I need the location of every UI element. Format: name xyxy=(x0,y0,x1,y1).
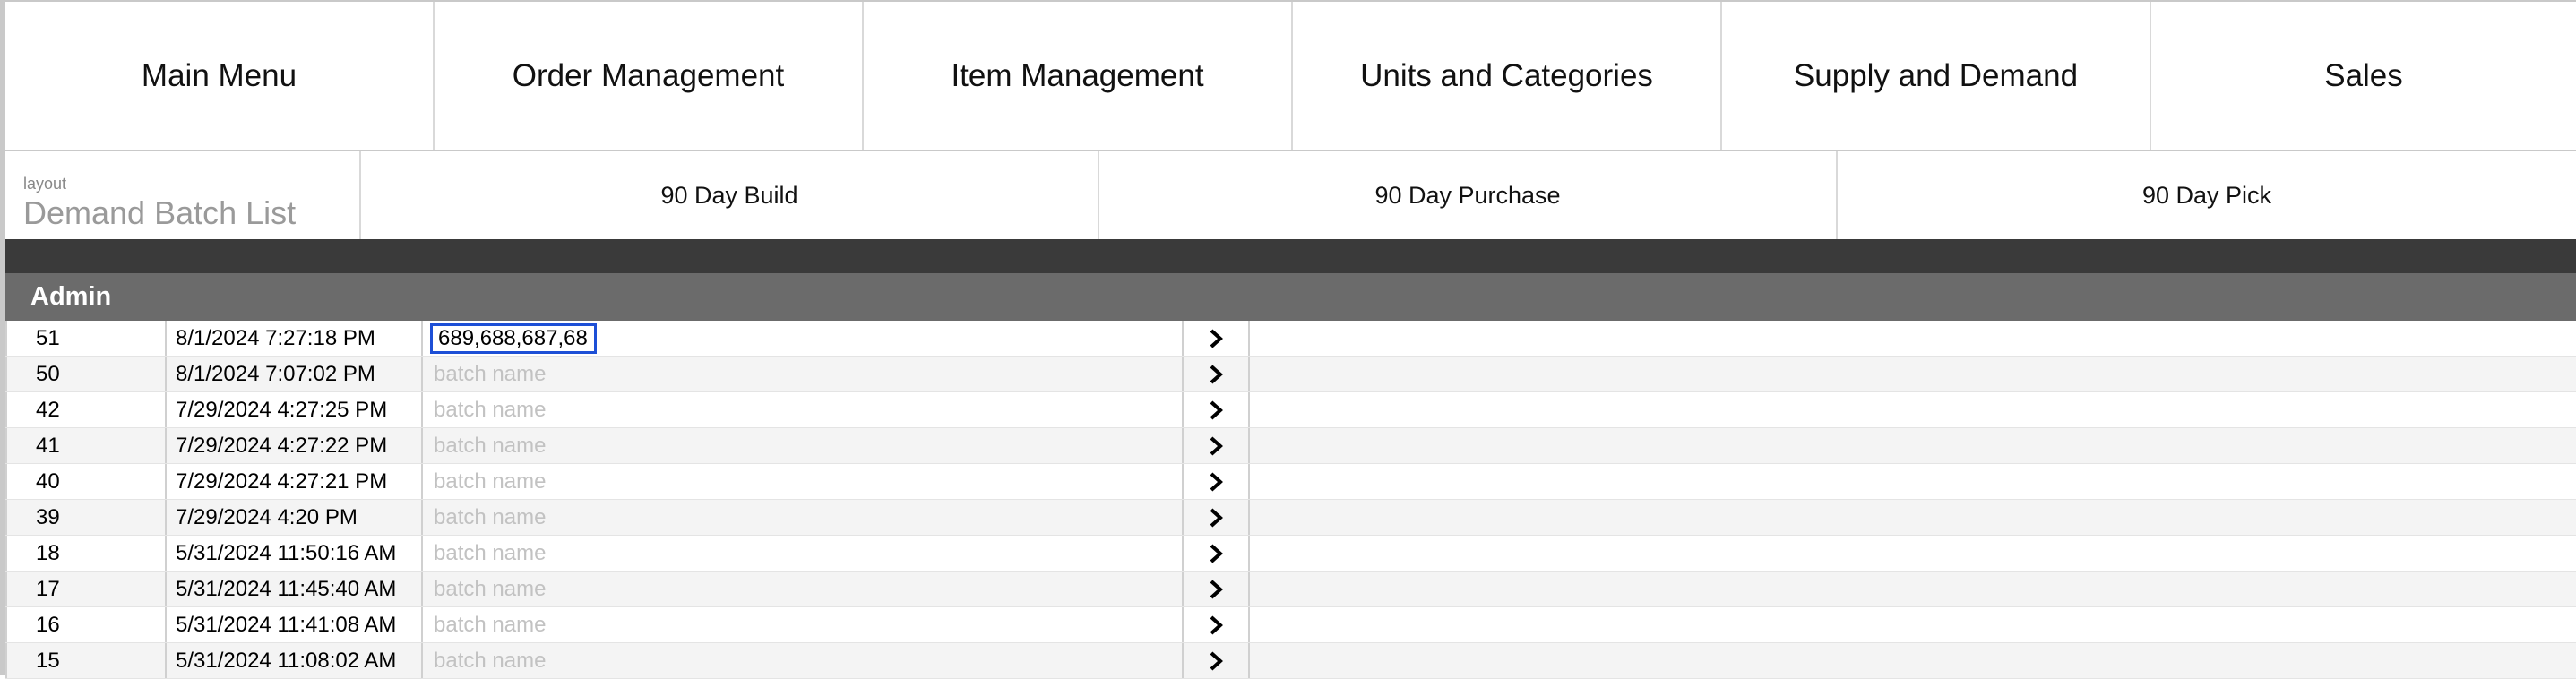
batch-id: 16 xyxy=(5,607,167,642)
chevron-right-icon xyxy=(1210,651,1223,670)
batch-id: 17 xyxy=(5,572,167,606)
table-row[interactable]: 16 5/31/2024 11:41:08 AM xyxy=(5,607,2576,643)
group-header-admin: Admin xyxy=(5,273,2576,321)
batch-name-field[interactable] xyxy=(430,360,1172,388)
nav-sales[interactable]: Sales xyxy=(2151,2,2576,150)
nav-item-management[interactable]: Item Management xyxy=(864,2,1293,150)
table-row[interactable]: 40 7/29/2024 4:27:21 PM xyxy=(5,464,2576,500)
batch-id: 18 xyxy=(5,536,167,571)
batch-name-cell xyxy=(423,643,1184,678)
chevron-right-icon xyxy=(1210,400,1223,419)
table-row[interactable]: 15 5/31/2024 11:08:02 AM xyxy=(5,643,2576,679)
table-row[interactable]: 17 5/31/2024 11:45:40 AM xyxy=(5,572,2576,607)
open-batch-button[interactable] xyxy=(1184,572,1250,606)
batch-timestamp: 7/29/2024 4:27:22 PM xyxy=(167,428,423,463)
tab-90-day-purchase[interactable]: 90 Day Purchase xyxy=(1099,151,1838,239)
batch-timestamp: 7/29/2024 4:20 PM xyxy=(167,500,423,535)
layout-name: Demand Batch List xyxy=(23,194,297,231)
batch-id: 51 xyxy=(5,321,167,356)
nav-units-and-categories[interactable]: Units and Categories xyxy=(1293,2,1722,150)
chevron-right-icon xyxy=(1210,472,1223,491)
batch-id: 15 xyxy=(5,643,167,678)
table-row[interactable]: 51 8/1/2024 7:27:18 PM xyxy=(5,321,2576,357)
batch-timestamp: 7/29/2024 4:27:25 PM xyxy=(167,392,423,427)
batch-name-cell xyxy=(423,572,1184,606)
table-row[interactable]: 39 7/29/2024 4:20 PM xyxy=(5,500,2576,536)
batch-list: 518/1/2024 7:27:18 PM508/1/2024 7:07:02 … xyxy=(5,321,2576,679)
table-row[interactable]: 42 7/29/2024 4:27:25 PM xyxy=(5,392,2576,428)
open-batch-button[interactable] xyxy=(1184,321,1250,356)
nav-supply-and-demand[interactable]: Supply and Demand xyxy=(1722,2,2151,150)
batch-name-field[interactable] xyxy=(430,647,1172,675)
tab-90-day-pick[interactable]: 90 Day Pick xyxy=(1838,151,2576,239)
open-batch-button[interactable] xyxy=(1184,464,1250,499)
batch-id: 42 xyxy=(5,392,167,427)
batch-timestamp: 8/1/2024 7:27:18 PM xyxy=(167,321,423,356)
batch-name-cell xyxy=(423,321,1184,356)
batch-name-cell xyxy=(423,536,1184,571)
batch-timestamp: 5/31/2024 11:41:08 AM xyxy=(167,607,423,642)
batch-name-field[interactable] xyxy=(430,322,597,354)
batch-timestamp: 5/31/2024 11:50:16 AM xyxy=(167,536,423,571)
open-batch-button[interactable] xyxy=(1184,500,1250,535)
batch-id: 39 xyxy=(5,500,167,535)
chevron-right-icon xyxy=(1210,329,1223,348)
tab-90-day-build[interactable]: 90 Day Build xyxy=(361,151,1099,239)
chevron-right-icon xyxy=(1210,365,1223,383)
sub-navigation: layout Demand Batch List 90 Day Build 90… xyxy=(0,151,2576,239)
table-row[interactable]: 41 7/29/2024 4:27:22 PM xyxy=(5,428,2576,464)
top-navigation: Main Menu Order Management Item Manageme… xyxy=(0,0,2576,151)
batch-name-cell xyxy=(423,500,1184,535)
open-batch-button[interactable] xyxy=(1184,607,1250,642)
batch-name-field[interactable] xyxy=(430,539,1172,567)
nav-order-management[interactable]: Order Management xyxy=(435,2,864,150)
group-label: Admin xyxy=(30,282,112,311)
nav-main-menu[interactable]: Main Menu xyxy=(5,2,435,150)
open-batch-button[interactable] xyxy=(1184,643,1250,678)
layout-caption: layout xyxy=(23,175,67,193)
chevron-right-icon xyxy=(1210,508,1223,527)
batch-name-field[interactable] xyxy=(430,575,1172,603)
table-row[interactable]: 50 8/1/2024 7:07:02 PM xyxy=(5,357,2576,392)
batch-name-field[interactable] xyxy=(430,611,1172,639)
batch-timestamp: 7/29/2024 4:27:21 PM xyxy=(167,464,423,499)
batch-name-cell xyxy=(423,392,1184,427)
layout-indicator[interactable]: layout Demand Batch List xyxy=(5,151,361,239)
batch-name-cell xyxy=(423,428,1184,463)
chevron-right-icon xyxy=(1210,436,1223,455)
batch-timestamp: 5/31/2024 11:45:40 AM xyxy=(167,572,423,606)
batch-name-cell xyxy=(423,607,1184,642)
header-bar xyxy=(5,239,2576,273)
open-batch-button[interactable] xyxy=(1184,392,1250,427)
batch-timestamp: 5/31/2024 11:08:02 AM xyxy=(167,643,423,678)
batch-name-cell xyxy=(423,464,1184,499)
batch-name-cell xyxy=(423,357,1184,391)
open-batch-button[interactable] xyxy=(1184,536,1250,571)
table-row[interactable]: 18 5/31/2024 11:50:16 AM xyxy=(5,536,2576,572)
chevron-right-icon xyxy=(1210,544,1223,563)
chevron-right-icon xyxy=(1210,615,1223,634)
open-batch-button[interactable] xyxy=(1184,357,1250,391)
batch-id: 40 xyxy=(5,464,167,499)
chevron-right-icon xyxy=(1210,580,1223,598)
batch-id: 50 xyxy=(5,357,167,391)
batch-name-field[interactable] xyxy=(430,503,1172,531)
batch-timestamp: 8/1/2024 7:07:02 PM xyxy=(167,357,423,391)
batch-name-field[interactable] xyxy=(430,468,1172,495)
batch-name-field[interactable] xyxy=(430,396,1172,424)
batch-name-field[interactable] xyxy=(430,432,1172,460)
open-batch-button[interactable] xyxy=(1184,428,1250,463)
batch-id: 41 xyxy=(5,428,167,463)
